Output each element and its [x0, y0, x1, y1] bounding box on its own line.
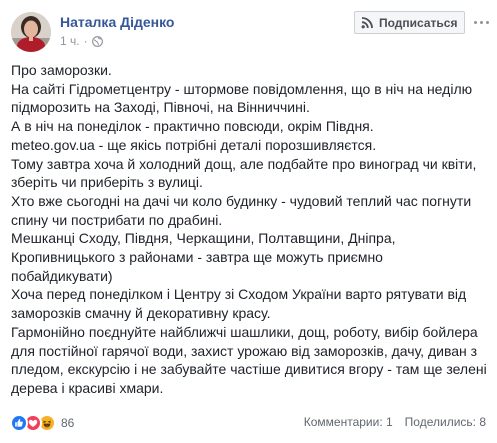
author-name[interactable]: Наталка Діденко: [60, 14, 174, 30]
globe-icon[interactable]: [91, 35, 103, 47]
post-text-line: Хоча перед понеділком і Центру зі Сходом…: [11, 286, 467, 303]
reactions-count: 86: [61, 416, 75, 430]
post-text-line: Кропивницького з районами - завтра ще мо…: [11, 249, 383, 266]
post-text-line: А в ніч на понеділок - практично повсюди…: [11, 118, 374, 135]
post-text-line: Про заморозки.: [11, 62, 112, 78]
avatar-photo: [11, 12, 51, 52]
subscribe-label: Подписаться: [379, 15, 458, 30]
facebook-post: Наталка Діденко 1 ч. · Подписаться Про з…: [0, 0, 497, 443]
post-text-line: Тому завтра хоча й холодний дощ, але под…: [11, 155, 477, 172]
subscribe-button[interactable]: Подписаться: [354, 11, 465, 34]
post-text-line: підморозить на Заході, Півночі, на Вінни…: [11, 99, 310, 116]
rss-icon: [361, 17, 373, 29]
post-text-line: Мешканці Сходу, Півдня, Черкащини, Полта…: [11, 230, 396, 247]
post-text-line: для постійної гарячої води, захист урожа…: [11, 342, 478, 359]
reactions-summary[interactable]: 86: [10, 414, 74, 432]
post-text-line: побайдикувати): [11, 267, 113, 284]
post-text-line: дерева і красиві хмари.: [11, 379, 164, 396]
post-text-line: зберіть чи приберіть з вулиці.: [11, 174, 203, 191]
post-text-line: Хто вже сьогодні на дачі чи коло будинку…: [11, 192, 472, 209]
post-text-line: заморозків смачну й декоративну красу.: [11, 305, 271, 322]
post-text-line: На сайті Гідрометцентру - штормове повід…: [11, 80, 473, 97]
post-text: Про заморозки. На сайті Гідрометцентру -…: [11, 61, 487, 398]
shares-count-link[interactable]: Поделились: 8: [405, 415, 486, 429]
post-meta: 1 ч. ·: [60, 34, 103, 48]
more-options-icon[interactable]: [472, 13, 490, 31]
post-text-line: meteo.gov.ua - ще якісь потрібні деталі …: [11, 136, 377, 153]
engagement-stats: Комментарии: 1 Поделились: 8: [304, 415, 486, 429]
comments-count-link[interactable]: Комментарии: 1: [304, 415, 393, 429]
meta-separator: ·: [83, 34, 88, 48]
post-text-line: Гармонійно поєднуйте найближчі шашлики, …: [11, 323, 478, 340]
like-reaction-icon: [10, 414, 28, 432]
post-timestamp[interactable]: 1 ч.: [60, 34, 80, 48]
post-text-line: пледом, екскурсію і не забувайте частіше…: [11, 361, 487, 378]
author-avatar[interactable]: [11, 12, 51, 52]
post-text-line: спину чи пострибати по драбині.: [11, 211, 223, 228]
